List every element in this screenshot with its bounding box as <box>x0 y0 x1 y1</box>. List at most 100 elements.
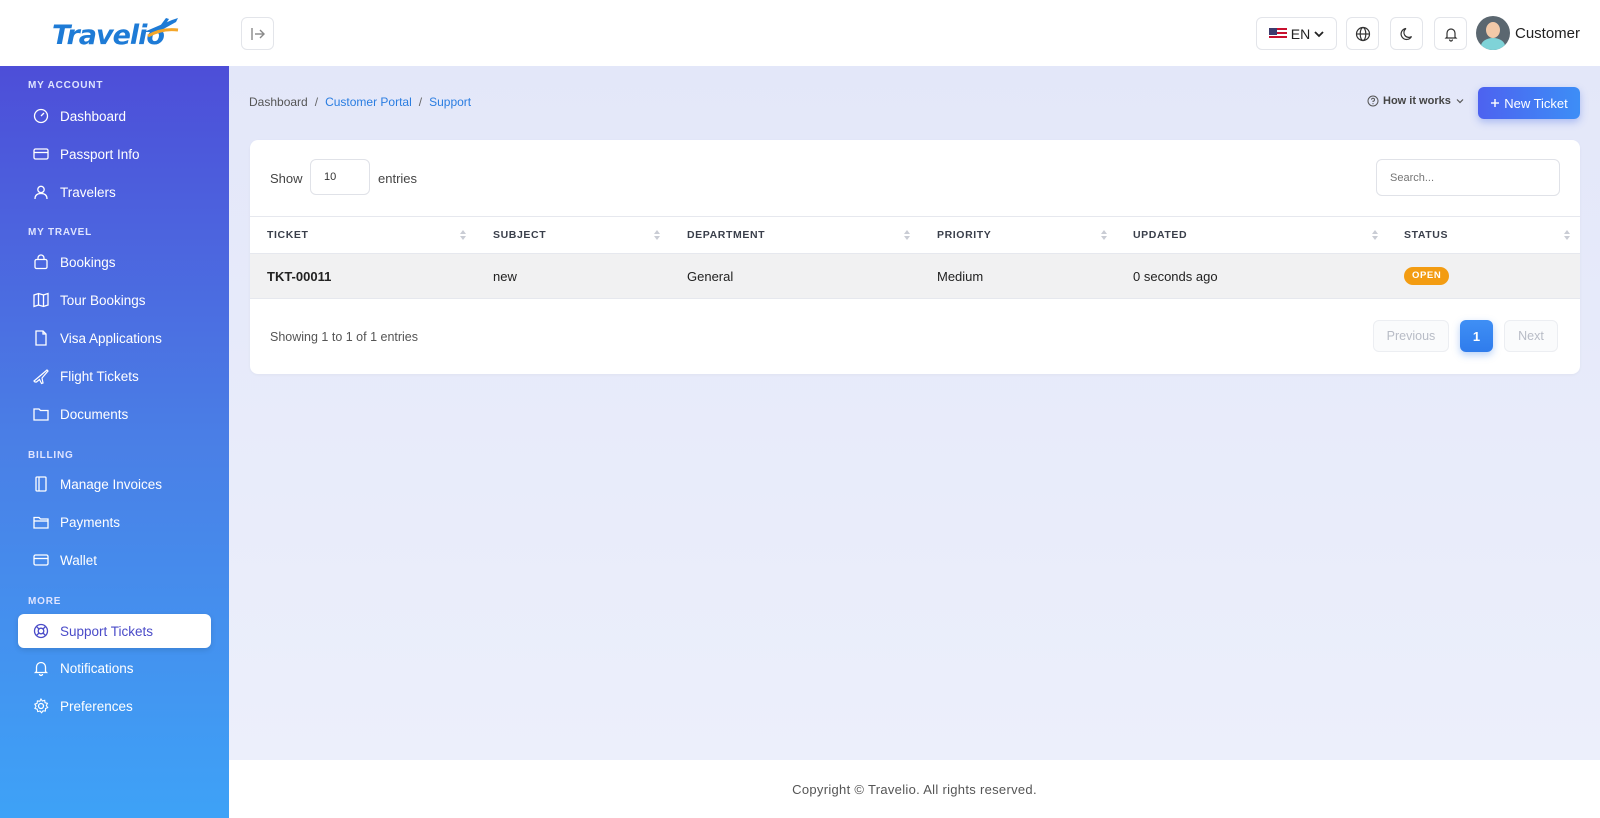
sidebar-section-label: MORE <box>28 596 62 607</box>
sort-icon[interactable] <box>1564 229 1570 241</box>
copyright-text: Copyright © Travelio. All rights reserve… <box>792 781 1037 797</box>
status-badge: OPEN <box>1404 267 1450 285</box>
sidebar-item-manage-invoices[interactable]: Manage Invoices <box>18 467 211 501</box>
footer: Copyright © Travelio. All rights reserve… <box>229 760 1600 818</box>
sidebar-item-label: Visa Applications <box>60 330 162 346</box>
next-page-button[interactable]: Next <box>1504 320 1558 352</box>
top-header: Travelio EN Customer <box>0 0 1600 66</box>
user-name: Customer <box>1515 24 1581 42</box>
sidebar-item-documents[interactable]: Documents <box>18 397 211 431</box>
sidebar-item-preferences[interactable]: Preferences <box>18 689 211 723</box>
search-input[interactable] <box>1376 159 1560 196</box>
collapse-sidebar-icon <box>250 27 265 40</box>
sidebar-section-label: BILLING <box>28 450 74 461</box>
breadcrumb-item-customer-portal[interactable]: Customer Portal <box>325 95 412 109</box>
wallet-folder-icon <box>33 516 49 529</box>
table-info: Showing 1 to 1 of 1 entries <box>270 330 419 344</box>
ticket-updated: 0 seconds ago <box>1133 269 1218 284</box>
sidebar-item-travelers[interactable]: Travelers <box>18 175 211 209</box>
new-ticket-label: New Ticket <box>1504 95 1568 111</box>
sidebar-item-wallet[interactable]: Wallet <box>18 543 211 577</box>
notifications-button[interactable] <box>1434 17 1467 50</box>
plane-icon <box>33 369 49 385</box>
sidebar-item-label: Dashboard <box>60 108 127 124</box>
help-circle-icon <box>1367 95 1379 107</box>
sidebar-item-label: Support Tickets <box>60 623 154 639</box>
sidebar-item-label: Preferences <box>60 698 133 714</box>
column-header-status[interactable]: STATUS <box>1404 229 1448 241</box>
breadcrumb-item-dashboard[interactable]: Dashboard <box>249 95 308 109</box>
sidebar-item-label: Payments <box>60 514 121 530</box>
brand-logo[interactable]: Travelio <box>50 14 180 54</box>
new-ticket-button[interactable]: New Ticket <box>1478 87 1580 119</box>
chevron-down-icon <box>1314 30 1324 37</box>
user-menu[interactable]: Customer <box>1476 16 1580 50</box>
sidebar-item-tour-bookings[interactable]: Tour Bookings <box>18 283 211 317</box>
sidebar-item-passport-info[interactable]: Passport Info <box>18 137 211 171</box>
breadcrumb-separator: / <box>418 95 423 109</box>
sidebar-item-label: Manage Invoices <box>60 476 163 492</box>
column-header-department[interactable]: DEPARTMENT <box>687 229 765 241</box>
language-code: EN <box>1290 25 1311 42</box>
breadcrumb-separator: / <box>314 95 319 109</box>
how-it-works-label: How it works <box>1383 95 1451 107</box>
avatar <box>1476 16 1510 50</box>
breadcrumb-item-support: Support <box>429 95 472 109</box>
sort-icon[interactable] <box>904 229 910 241</box>
sidebar-section-label: MY ACCOUNT <box>28 80 104 91</box>
dashboard-gauge-icon <box>33 108 49 124</box>
theme-toggle-button[interactable] <box>1390 17 1423 50</box>
sort-icon[interactable] <box>654 229 660 241</box>
sidebar-toggle-button[interactable] <box>241 17 274 50</box>
breadcrumb: Dashboard / Customer Portal / Support <box>249 95 471 109</box>
ticket-priority: Medium <box>937 269 984 284</box>
document-icon <box>35 330 47 346</box>
column-header-ticket[interactable]: TICKET <box>267 229 309 241</box>
current-page-button[interactable]: 1 <box>1460 320 1493 352</box>
sidebar-item-label: Bookings <box>60 254 116 270</box>
sidebar-item-label: Documents <box>60 406 129 422</box>
sidebar-item-notifications[interactable]: Notifications <box>18 651 211 685</box>
sort-icon[interactable] <box>460 229 466 241</box>
sidebar-item-label: Travelers <box>60 184 116 200</box>
globe-button[interactable] <box>1346 17 1379 50</box>
sidebar-item-flight-tickets[interactable]: Flight Tickets <box>18 359 211 393</box>
ticket-department: General <box>687 269 734 284</box>
sort-icon[interactable] <box>1101 229 1107 241</box>
map-icon <box>33 292 49 308</box>
bell-icon <box>1444 27 1457 42</box>
sidebar-item-label: Notifications <box>60 660 134 676</box>
ticket-subject: new <box>493 269 517 284</box>
column-header-priority[interactable]: PRIORITY <box>937 229 991 241</box>
moon-icon <box>1400 27 1412 40</box>
column-header-subject[interactable]: SUBJECT <box>493 229 546 241</box>
sidebar-item-label: Flight Tickets <box>60 368 139 384</box>
previous-page-button[interactable]: Previous <box>1373 320 1449 352</box>
sort-icon[interactable] <box>1372 229 1378 241</box>
sidebar-item-visa-applications[interactable]: Visa Applications <box>18 321 211 355</box>
sidebar-item-support-tickets[interactable]: Support Tickets <box>18 614 211 648</box>
table-header: TICKET SUBJECT DEPARTMENT PRIORITY UPDAT… <box>250 216 1580 254</box>
show-label: Show <box>270 171 303 186</box>
us-flag-icon <box>1268 27 1287 40</box>
tickets-card: Show 10 entries TICKET SUBJECT DEPARTMEN… <box>250 140 1580 374</box>
sidebar-item-bookings[interactable]: Bookings <box>18 245 211 279</box>
user-icon <box>34 185 48 200</box>
plus-icon <box>1491 99 1500 107</box>
chevron-down-icon <box>1456 99 1464 104</box>
language-selector[interactable]: EN <box>1256 17 1337 50</box>
bell-icon <box>33 661 49 677</box>
ticket-id[interactable]: TKT-00011 <box>267 269 331 284</box>
sidebar-item-label: Wallet <box>60 552 98 568</box>
bag-icon <box>34 254 48 270</box>
lifebuoy-icon <box>33 623 49 639</box>
globe-icon <box>1355 26 1370 41</box>
sidebar-item-dashboard[interactable]: Dashboard <box>18 99 211 133</box>
plane-logo-icon <box>144 18 179 38</box>
page-size-select[interactable]: 10 <box>310 159 370 195</box>
sidebar-item-payments[interactable]: Payments <box>18 505 211 539</box>
invoice-icon <box>35 476 47 492</box>
column-header-updated[interactable]: UPDATED <box>1133 229 1187 241</box>
table-row[interactable]: TKT-00011 new General Medium 0 seconds a… <box>250 254 1580 299</box>
how-it-works-dropdown[interactable]: How it works <box>1367 95 1465 107</box>
